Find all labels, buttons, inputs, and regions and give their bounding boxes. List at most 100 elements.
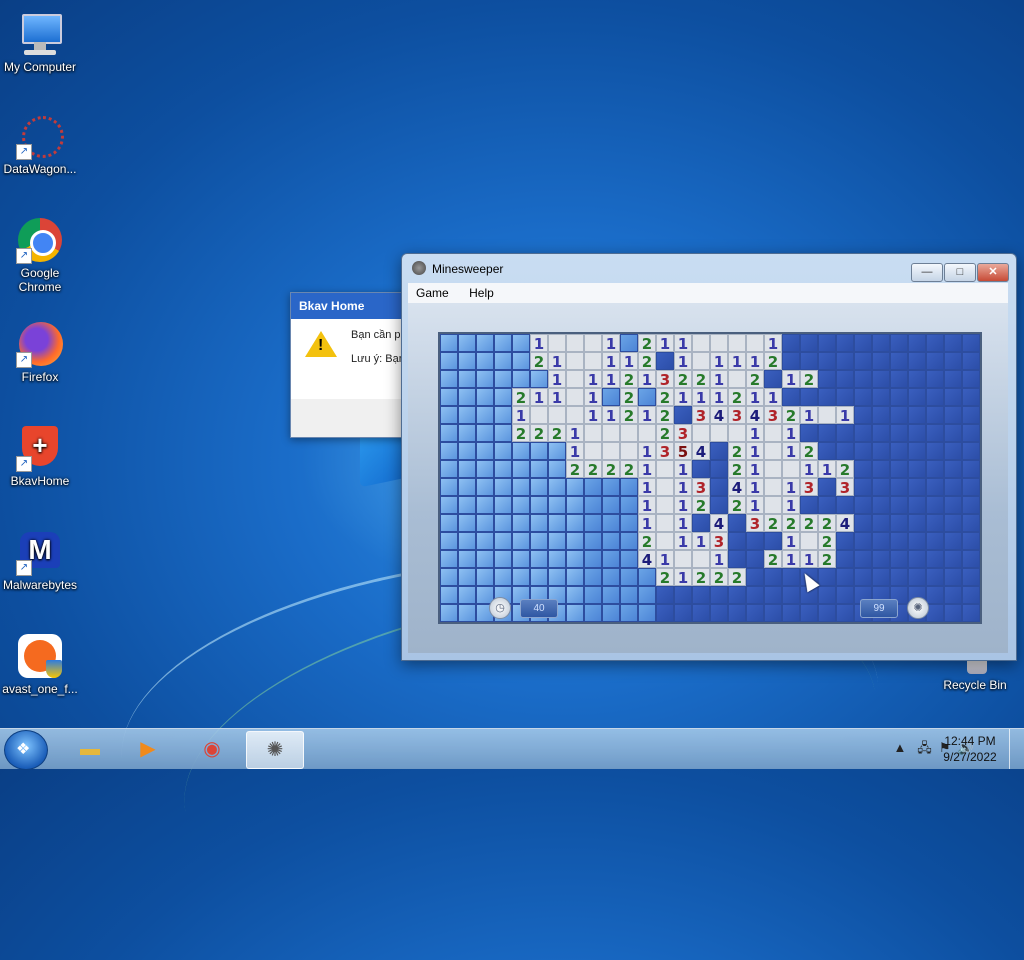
covered-cell[interactable] (872, 478, 890, 496)
covered-cell[interactable] (602, 514, 620, 532)
covered-cell[interactable] (530, 550, 548, 568)
covered-cell[interactable] (710, 478, 728, 496)
covered-cell[interactable] (494, 406, 512, 424)
covered-cell[interactable] (602, 388, 620, 406)
desktop-icon-avast[interactable]: avast_one_f... (0, 632, 80, 696)
covered-cell[interactable] (638, 388, 656, 406)
number-cell[interactable]: 2 (728, 568, 746, 587)
covered-cell[interactable] (926, 334, 944, 352)
number-cell[interactable]: 2 (692, 568, 710, 587)
covered-cell[interactable] (836, 442, 854, 460)
covered-cell[interactable] (512, 478, 530, 496)
covered-cell[interactable] (962, 388, 980, 406)
empty-cell[interactable] (710, 334, 728, 352)
empty-cell[interactable] (818, 406, 836, 424)
covered-cell[interactable] (530, 496, 548, 514)
number-cell[interactable]: 2 (638, 352, 656, 371)
covered-cell[interactable] (926, 442, 944, 460)
covered-cell[interactable] (926, 460, 944, 478)
covered-cell[interactable] (512, 334, 530, 352)
covered-cell[interactable] (620, 586, 638, 604)
covered-cell[interactable] (656, 352, 674, 370)
covered-cell[interactable] (440, 388, 458, 406)
covered-cell[interactable] (926, 388, 944, 406)
covered-cell[interactable] (476, 352, 494, 370)
covered-cell[interactable] (944, 334, 962, 352)
covered-cell[interactable] (476, 550, 494, 568)
number-cell[interactable]: 1 (782, 496, 800, 515)
covered-cell[interactable] (458, 388, 476, 406)
covered-cell[interactable] (962, 424, 980, 442)
covered-cell[interactable] (782, 388, 800, 406)
covered-cell[interactable] (566, 586, 584, 604)
covered-cell[interactable] (926, 550, 944, 568)
covered-cell[interactable] (512, 496, 530, 514)
covered-cell[interactable] (872, 370, 890, 388)
covered-cell[interactable] (908, 514, 926, 532)
covered-cell[interactable] (818, 388, 836, 406)
number-cell[interactable]: 3 (746, 514, 764, 533)
covered-cell[interactable] (548, 496, 566, 514)
covered-cell[interactable] (962, 532, 980, 550)
number-cell[interactable]: 1 (602, 406, 620, 425)
covered-cell[interactable] (548, 460, 566, 478)
number-cell[interactable]: 1 (746, 388, 764, 407)
number-cell[interactable]: 1 (566, 424, 584, 443)
covered-cell[interactable] (710, 442, 728, 460)
number-cell[interactable]: 3 (656, 442, 674, 461)
number-cell[interactable]: 3 (728, 406, 746, 425)
covered-cell[interactable] (512, 514, 530, 532)
covered-cell[interactable] (692, 514, 710, 532)
covered-cell[interactable] (440, 550, 458, 568)
number-cell[interactable]: 4 (692, 442, 710, 461)
covered-cell[interactable] (494, 460, 512, 478)
number-cell[interactable]: 2 (764, 514, 782, 533)
covered-cell[interactable] (872, 424, 890, 442)
covered-cell[interactable] (566, 478, 584, 496)
covered-cell[interactable] (584, 586, 602, 604)
minimize-button[interactable]: — (911, 263, 943, 282)
covered-cell[interactable] (818, 604, 836, 622)
number-cell[interactable]: 3 (692, 478, 710, 497)
covered-cell[interactable] (494, 424, 512, 442)
covered-cell[interactable] (908, 478, 926, 496)
covered-cell[interactable] (494, 388, 512, 406)
number-cell[interactable]: 1 (674, 334, 692, 353)
covered-cell[interactable] (908, 334, 926, 352)
empty-cell[interactable] (692, 334, 710, 352)
number-cell[interactable]: 1 (638, 406, 656, 425)
number-cell[interactable]: 2 (566, 460, 584, 479)
network-icon[interactable]: 🖧 (917, 740, 932, 755)
covered-cell[interactable] (818, 352, 836, 370)
covered-cell[interactable] (530, 460, 548, 478)
covered-cell[interactable] (872, 460, 890, 478)
empty-cell[interactable] (728, 424, 746, 442)
number-cell[interactable]: 1 (746, 478, 764, 497)
covered-cell[interactable] (854, 370, 872, 388)
covered-cell[interactable] (584, 568, 602, 586)
empty-cell[interactable] (728, 334, 746, 352)
covered-cell[interactable] (854, 406, 872, 424)
number-cell[interactable]: 1 (746, 460, 764, 479)
covered-cell[interactable] (890, 478, 908, 496)
number-cell[interactable]: 2 (728, 460, 746, 479)
menu-help[interactable]: Help (461, 283, 502, 303)
covered-cell[interactable] (818, 424, 836, 442)
close-button[interactable]: ✕ (977, 263, 1009, 282)
covered-cell[interactable] (962, 406, 980, 424)
number-cell[interactable]: 1 (746, 352, 764, 371)
covered-cell[interactable] (926, 514, 944, 532)
covered-cell[interactable] (494, 550, 512, 568)
covered-cell[interactable] (458, 442, 476, 460)
covered-cell[interactable] (890, 406, 908, 424)
covered-cell[interactable] (782, 334, 800, 352)
number-cell[interactable]: 1 (530, 334, 548, 353)
empty-cell[interactable] (530, 406, 548, 424)
number-cell[interactable]: 2 (602, 460, 620, 479)
covered-cell[interactable] (494, 514, 512, 532)
number-cell[interactable]: 1 (692, 388, 710, 407)
covered-cell[interactable] (854, 334, 872, 352)
number-cell[interactable]: 1 (764, 388, 782, 407)
number-cell[interactable]: 2 (728, 442, 746, 461)
covered-cell[interactable] (602, 586, 620, 604)
